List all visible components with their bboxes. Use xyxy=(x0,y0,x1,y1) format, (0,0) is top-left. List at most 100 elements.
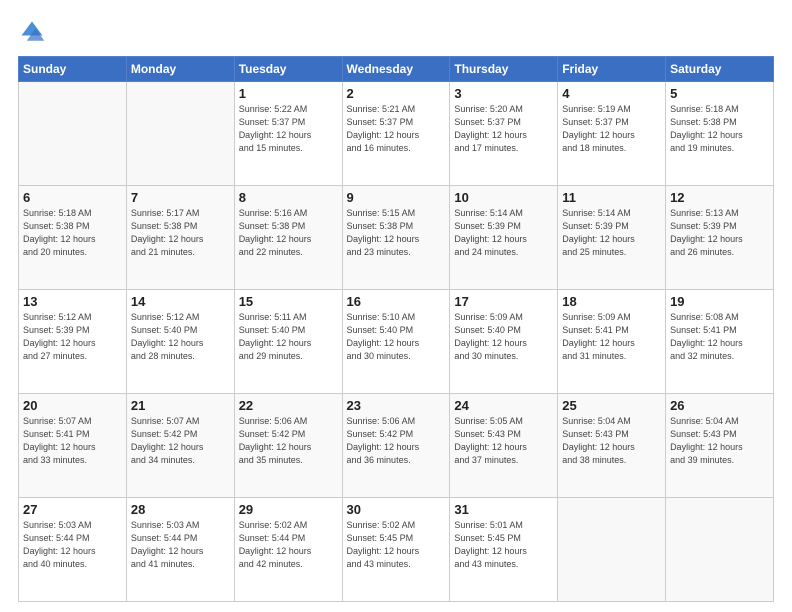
calendar-day-cell: 29 Sunrise: 5:02 AM Sunset: 5:44 PM Dayli… xyxy=(234,498,342,602)
day-info: Sunrise: 5:16 AM Sunset: 5:38 PM Dayligh… xyxy=(239,207,338,259)
calendar-day-cell: 31 Sunrise: 5:01 AM Sunset: 5:45 PM Dayli… xyxy=(450,498,558,602)
day-info: Sunrise: 5:12 AM Sunset: 5:39 PM Dayligh… xyxy=(23,311,122,363)
day-info: Sunrise: 5:04 AM Sunset: 5:43 PM Dayligh… xyxy=(562,415,661,467)
day-number: 25 xyxy=(562,398,661,413)
calendar-table: SundayMondayTuesdayWednesdayThursdayFrid… xyxy=(18,56,774,602)
day-info: Sunrise: 5:01 AM Sunset: 5:45 PM Dayligh… xyxy=(454,519,553,571)
day-number: 22 xyxy=(239,398,338,413)
day-info: Sunrise: 5:15 AM Sunset: 5:38 PM Dayligh… xyxy=(347,207,446,259)
calendar-day-cell: 12 Sunrise: 5:13 AM Sunset: 5:39 PM Dayli… xyxy=(666,186,774,290)
day-info: Sunrise: 5:18 AM Sunset: 5:38 PM Dayligh… xyxy=(23,207,122,259)
day-info: Sunrise: 5:14 AM Sunset: 5:39 PM Dayligh… xyxy=(562,207,661,259)
weekday-header-saturday: Saturday xyxy=(666,57,774,82)
calendar-day-cell: 16 Sunrise: 5:10 AM Sunset: 5:40 PM Dayli… xyxy=(342,290,450,394)
day-number: 5 xyxy=(670,86,769,101)
calendar-week-row: 1 Sunrise: 5:22 AM Sunset: 5:37 PM Daylig… xyxy=(19,82,774,186)
calendar-day-cell xyxy=(666,498,774,602)
weekday-header-tuesday: Tuesday xyxy=(234,57,342,82)
day-number: 23 xyxy=(347,398,446,413)
day-number: 11 xyxy=(562,190,661,205)
calendar-day-cell: 30 Sunrise: 5:02 AM Sunset: 5:45 PM Dayli… xyxy=(342,498,450,602)
day-info: Sunrise: 5:14 AM Sunset: 5:39 PM Dayligh… xyxy=(454,207,553,259)
day-info: Sunrise: 5:18 AM Sunset: 5:38 PM Dayligh… xyxy=(670,103,769,155)
calendar-day-cell: 9 Sunrise: 5:15 AM Sunset: 5:38 PM Daylig… xyxy=(342,186,450,290)
day-info: Sunrise: 5:19 AM Sunset: 5:37 PM Dayligh… xyxy=(562,103,661,155)
day-number: 4 xyxy=(562,86,661,101)
day-number: 26 xyxy=(670,398,769,413)
calendar-day-cell: 8 Sunrise: 5:16 AM Sunset: 5:38 PM Daylig… xyxy=(234,186,342,290)
day-number: 30 xyxy=(347,502,446,517)
calendar-day-cell: 18 Sunrise: 5:09 AM Sunset: 5:41 PM Dayli… xyxy=(558,290,666,394)
calendar-day-cell: 28 Sunrise: 5:03 AM Sunset: 5:44 PM Dayli… xyxy=(126,498,234,602)
day-info: Sunrise: 5:08 AM Sunset: 5:41 PM Dayligh… xyxy=(670,311,769,363)
weekday-header-sunday: Sunday xyxy=(19,57,127,82)
calendar-day-cell: 6 Sunrise: 5:18 AM Sunset: 5:38 PM Daylig… xyxy=(19,186,127,290)
calendar-day-cell: 2Sunrise: 5:21 AM Sunset: 5:37 PM Daylig… xyxy=(342,82,450,186)
day-info: Sunrise: 5:04 AM Sunset: 5:43 PM Dayligh… xyxy=(670,415,769,467)
calendar-week-row: 6 Sunrise: 5:18 AM Sunset: 5:38 PM Daylig… xyxy=(19,186,774,290)
day-info: Sunrise: 5:06 AM Sunset: 5:42 PM Dayligh… xyxy=(239,415,338,467)
calendar-week-row: 13 Sunrise: 5:12 AM Sunset: 5:39 PM Dayli… xyxy=(19,290,774,394)
day-info: Sunrise: 5:17 AM Sunset: 5:38 PM Dayligh… xyxy=(131,207,230,259)
day-number: 27 xyxy=(23,502,122,517)
day-number: 15 xyxy=(239,294,338,309)
day-number: 28 xyxy=(131,502,230,517)
day-number: 6 xyxy=(23,190,122,205)
day-info: Sunrise: 5:11 AM Sunset: 5:40 PM Dayligh… xyxy=(239,311,338,363)
header xyxy=(18,18,774,46)
calendar-day-cell: 27 Sunrise: 5:03 AM Sunset: 5:44 PM Dayli… xyxy=(19,498,127,602)
day-number: 13 xyxy=(23,294,122,309)
page: SundayMondayTuesdayWednesdayThursdayFrid… xyxy=(0,0,792,612)
calendar-day-cell: 15 Sunrise: 5:11 AM Sunset: 5:40 PM Dayli… xyxy=(234,290,342,394)
calendar-day-cell xyxy=(126,82,234,186)
day-info: Sunrise: 5:07 AM Sunset: 5:41 PM Dayligh… xyxy=(23,415,122,467)
calendar-day-cell: 20 Sunrise: 5:07 AM Sunset: 5:41 PM Dayli… xyxy=(19,394,127,498)
weekday-header-thursday: Thursday xyxy=(450,57,558,82)
calendar-week-row: 20 Sunrise: 5:07 AM Sunset: 5:41 PM Dayli… xyxy=(19,394,774,498)
weekday-header-row: SundayMondayTuesdayWednesdayThursdayFrid… xyxy=(19,57,774,82)
calendar-day-cell xyxy=(19,82,127,186)
day-number: 16 xyxy=(347,294,446,309)
calendar-day-cell: 7 Sunrise: 5:17 AM Sunset: 5:38 PM Daylig… xyxy=(126,186,234,290)
day-number: 14 xyxy=(131,294,230,309)
calendar-day-cell: 21Sunrise: 5:07 AM Sunset: 5:42 PM Dayli… xyxy=(126,394,234,498)
day-info: Sunrise: 5:02 AM Sunset: 5:45 PM Dayligh… xyxy=(347,519,446,571)
calendar-day-cell xyxy=(558,498,666,602)
logo-icon xyxy=(18,18,46,46)
calendar-day-cell: 11 Sunrise: 5:14 AM Sunset: 5:39 PM Dayli… xyxy=(558,186,666,290)
calendar-week-row: 27 Sunrise: 5:03 AM Sunset: 5:44 PM Dayli… xyxy=(19,498,774,602)
calendar-day-cell: 5 Sunrise: 5:18 AM Sunset: 5:38 PM Daylig… xyxy=(666,82,774,186)
calendar-day-cell: 1 Sunrise: 5:22 AM Sunset: 5:37 PM Daylig… xyxy=(234,82,342,186)
calendar-day-cell: 3Sunrise: 5:20 AM Sunset: 5:37 PM Daylig… xyxy=(450,82,558,186)
day-number: 17 xyxy=(454,294,553,309)
day-number: 8 xyxy=(239,190,338,205)
day-info: Sunrise: 5:09 AM Sunset: 5:41 PM Dayligh… xyxy=(562,311,661,363)
day-number: 1 xyxy=(239,86,338,101)
day-info: Sunrise: 5:22 AM Sunset: 5:37 PM Dayligh… xyxy=(239,103,338,155)
day-number: 10 xyxy=(454,190,553,205)
calendar-day-cell: 22 Sunrise: 5:06 AM Sunset: 5:42 PM Dayli… xyxy=(234,394,342,498)
day-number: 29 xyxy=(239,502,338,517)
day-info: Sunrise: 5:10 AM Sunset: 5:40 PM Dayligh… xyxy=(347,311,446,363)
calendar-day-cell: 19 Sunrise: 5:08 AM Sunset: 5:41 PM Dayli… xyxy=(666,290,774,394)
day-number: 18 xyxy=(562,294,661,309)
day-number: 2 xyxy=(347,86,446,101)
calendar-day-cell: 24Sunrise: 5:05 AM Sunset: 5:43 PM Dayli… xyxy=(450,394,558,498)
calendar-day-cell: 4 Sunrise: 5:19 AM Sunset: 5:37 PM Daylig… xyxy=(558,82,666,186)
day-info: Sunrise: 5:02 AM Sunset: 5:44 PM Dayligh… xyxy=(239,519,338,571)
calendar-day-cell: 13 Sunrise: 5:12 AM Sunset: 5:39 PM Dayli… xyxy=(19,290,127,394)
calendar-day-cell: 10 Sunrise: 5:14 AM Sunset: 5:39 PM Dayli… xyxy=(450,186,558,290)
day-number: 20 xyxy=(23,398,122,413)
day-info: Sunrise: 5:20 AM Sunset: 5:37 PM Dayligh… xyxy=(454,103,553,155)
day-info: Sunrise: 5:13 AM Sunset: 5:39 PM Dayligh… xyxy=(670,207,769,259)
day-number: 12 xyxy=(670,190,769,205)
day-info: Sunrise: 5:03 AM Sunset: 5:44 PM Dayligh… xyxy=(131,519,230,571)
day-number: 7 xyxy=(131,190,230,205)
day-number: 19 xyxy=(670,294,769,309)
calendar-day-cell: 26 Sunrise: 5:04 AM Sunset: 5:43 PM Dayli… xyxy=(666,394,774,498)
day-number: 9 xyxy=(347,190,446,205)
day-number: 31 xyxy=(454,502,553,517)
calendar-day-cell: 17Sunrise: 5:09 AM Sunset: 5:40 PM Dayli… xyxy=(450,290,558,394)
calendar-day-cell: 25 Sunrise: 5:04 AM Sunset: 5:43 PM Dayli… xyxy=(558,394,666,498)
day-info: Sunrise: 5:03 AM Sunset: 5:44 PM Dayligh… xyxy=(23,519,122,571)
